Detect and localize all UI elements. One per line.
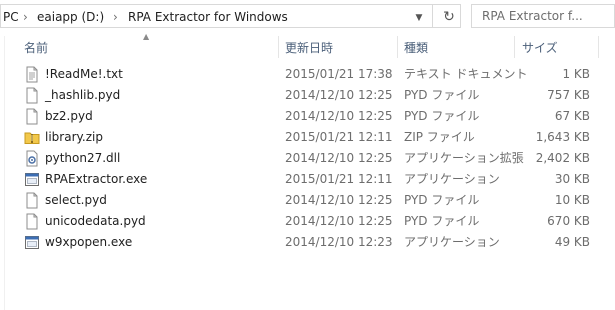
file-name: !ReadMe!.txt <box>45 67 123 81</box>
address-bar[interactable]: PC › eaiapp (D:) › RPA Extractor for Win… <box>0 4 461 28</box>
file-name: _hashlib.pyd <box>45 88 121 102</box>
file-name: library.zip <box>45 130 103 144</box>
file-row[interactable]: library.zip 2015/01/21 12:11 ZIP ファイル 1,643… <box>0 127 615 148</box>
column-header-date[interactable]: 更新日時 <box>285 40 333 56</box>
file-size: 757 KB <box>547 88 590 102</box>
file-size: 67 KB <box>554 109 590 123</box>
column-header-type[interactable]: 種類 <box>404 40 428 56</box>
search-placeholder[interactable]: RPA Extractor f... <box>482 9 583 23</box>
file-date: 2015/01/21 12:11 <box>285 130 393 144</box>
file-date: 2014/12/10 12:25 <box>285 88 393 102</box>
breadcrumb-separator[interactable]: › <box>113 9 118 25</box>
file-row[interactable]: !ReadMe!.txt 2015/01/21 17:38 テキスト ドキュメント 1… <box>0 64 615 85</box>
file-type: アプリケーション <box>404 172 500 186</box>
file-name: RPAExtractor.exe <box>45 172 148 186</box>
file-date: 2014/12/10 12:25 <box>285 214 393 228</box>
file-row[interactable]: _hashlib.pyd 2014/12/10 12:25 PYD ファイル 757 … <box>0 85 615 106</box>
file-size: 670 KB <box>547 214 590 228</box>
file-name: select.pyd <box>45 193 107 207</box>
address-divider <box>432 5 433 27</box>
file-size: 2,402 KB <box>535 151 590 165</box>
file-icon <box>24 192 40 209</box>
file-name: w9xpopen.exe <box>45 235 133 249</box>
file-size: 49 KB <box>554 235 590 249</box>
file-date: 2014/12/10 12:23 <box>285 235 393 249</box>
refresh-icon[interactable]: ↻ <box>439 7 459 27</box>
search-box[interactable]: RPA Extractor f... <box>471 4 615 28</box>
breadcrumb-drive[interactable]: eaiapp (D:) <box>37 9 104 25</box>
file-name: python27.dll <box>45 151 121 165</box>
file-icon <box>24 108 40 125</box>
file-row[interactable]: RPAExtractor.exe 2015/01/21 12:11 アプリケーション… <box>0 169 615 190</box>
file-type: テキスト ドキュメント <box>404 67 528 81</box>
column-divider[interactable] <box>278 36 279 58</box>
exe-icon <box>24 171 40 188</box>
chevron-down-icon[interactable]: ▼ <box>409 9 429 27</box>
file-row[interactable]: bz2.pyd 2014/12/10 12:25 PYD ファイル 67 KB <box>0 106 615 127</box>
file-type: ZIP ファイル <box>404 130 475 144</box>
file-size: 1 KB <box>562 67 590 81</box>
file-icon <box>24 213 40 230</box>
file-name: bz2.pyd <box>45 109 93 123</box>
file-type: アプリケーション <box>404 235 500 249</box>
file-row[interactable]: select.pyd 2014/12/10 12:25 PYD ファイル 10 KB <box>0 190 615 211</box>
zip-folder-icon <box>24 129 40 146</box>
column-divider[interactable] <box>397 36 398 58</box>
breadcrumb-pc[interactable]: PC <box>3 9 19 25</box>
file-date: 2014/12/10 12:25 <box>285 109 393 123</box>
file-size: 1,643 KB <box>535 130 590 144</box>
file-row[interactable]: python27.dll 2014/12/10 12:25 アプリケーション拡張 2,… <box>0 148 615 169</box>
breadcrumb-separator[interactable]: › <box>23 9 28 25</box>
column-divider[interactable] <box>514 36 515 58</box>
file-name: unicodedata.pyd <box>45 214 146 228</box>
file-row[interactable]: w9xpopen.exe 2014/12/10 12:23 アプリケーション 49 K… <box>0 232 615 253</box>
file-type: PYD ファイル <box>404 193 480 207</box>
dll-icon <box>24 150 40 167</box>
file-type: PYD ファイル <box>404 88 480 102</box>
column-header: 名前 更新日時 種類 サイズ <box>0 36 615 58</box>
file-row[interactable]: unicodedata.pyd 2014/12/10 12:25 PYD ファイル 6… <box>0 211 615 232</box>
column-header-name[interactable]: 名前 <box>24 40 48 56</box>
column-header-size[interactable]: サイズ <box>522 40 558 56</box>
file-date: 2014/12/10 12:25 <box>285 151 393 165</box>
file-date: 2015/01/21 17:38 <box>285 67 393 81</box>
file-type: アプリケーション拡張 <box>404 151 524 165</box>
file-size: 10 KB <box>554 193 590 207</box>
file-icon <box>24 87 40 104</box>
text-file-icon <box>24 66 40 83</box>
file-size: 30 KB <box>554 172 590 186</box>
breadcrumb-folder[interactable]: RPA Extractor for Windows <box>128 9 288 25</box>
file-type: PYD ファイル <box>404 214 480 228</box>
exe-icon <box>24 234 40 251</box>
file-date: 2014/12/10 12:25 <box>285 193 393 207</box>
file-type: PYD ファイル <box>404 109 480 123</box>
file-date: 2015/01/21 12:11 <box>285 172 393 186</box>
column-divider[interactable] <box>598 36 599 58</box>
